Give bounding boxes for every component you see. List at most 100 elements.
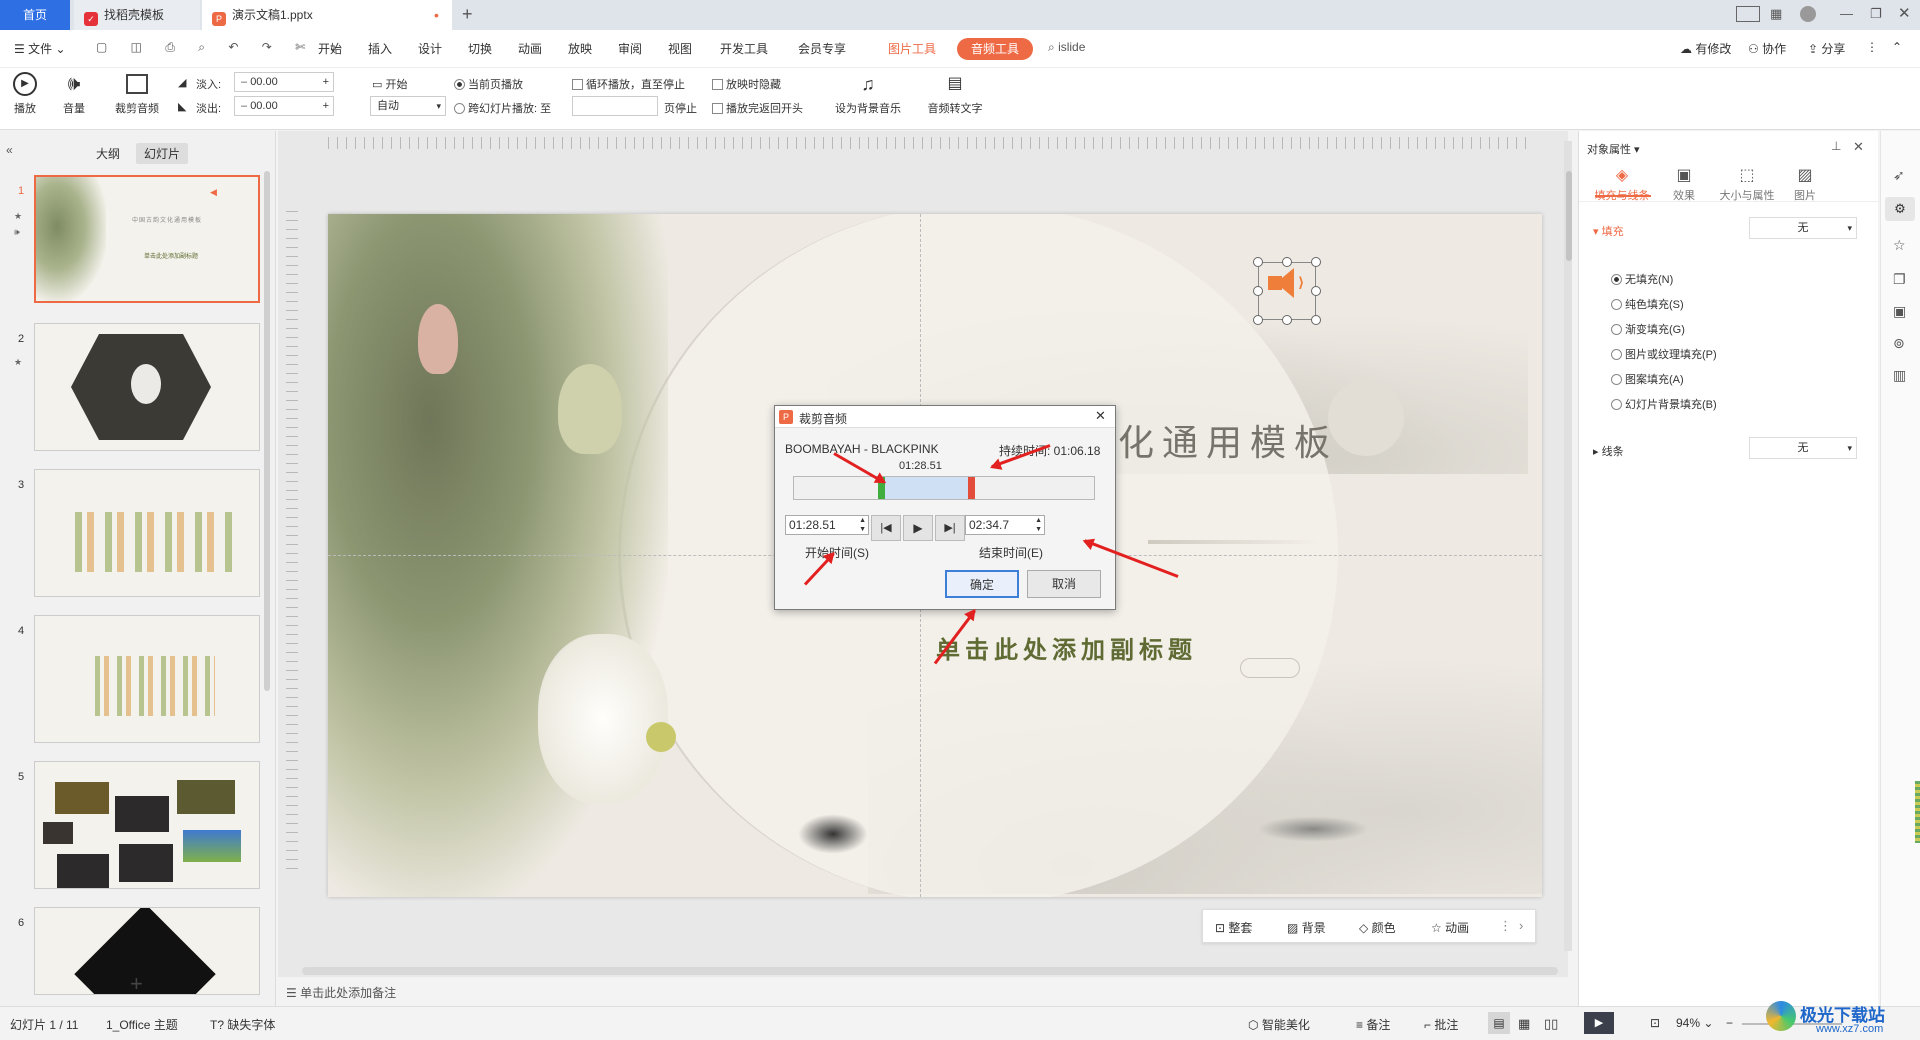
add-slide-button[interactable]: +	[130, 971, 143, 997]
theme-name[interactable]: 1_Office 主题	[106, 1016, 178, 1033]
menu-item-design[interactable]: 设计	[418, 40, 442, 57]
changes-button[interactable]: ☁ 有修改	[1680, 40, 1731, 57]
audio-to-text-button[interactable]: ▤ 音频转文字	[922, 72, 988, 124]
avatar[interactable]	[1800, 6, 1816, 22]
menu-item-audio-tools[interactable]: 音频工具	[957, 38, 1033, 60]
close-icon[interactable]: ✕	[1853, 139, 1864, 155]
zoom-level[interactable]: 94% ⌄	[1676, 1016, 1713, 1030]
tab-size[interactable]: ⬚ 大小与属性	[1713, 165, 1781, 203]
ok-button[interactable]: 确定	[945, 570, 1019, 598]
notes-toggle[interactable]: ≡ 备注	[1356, 1016, 1390, 1033]
vertical-scrollbar[interactable]	[1564, 141, 1572, 951]
line-section[interactable]: ▸ 线条	[1593, 443, 1624, 459]
quick-access-toolbar[interactable]: ▢ ◫ ⎙ ⌕ ↶ ↷ ✄ ⌄	[96, 40, 349, 55]
tab-effects[interactable]: ▣ 效果	[1659, 165, 1709, 203]
horizontal-scrollbar[interactable]	[302, 967, 1558, 975]
start-time-input[interactable]: 01:28.51 ▲ ▼	[785, 515, 869, 535]
next-frame-button[interactable]: ▶|	[935, 515, 965, 541]
slide-thumb-4[interactable]	[34, 615, 260, 743]
tab-home[interactable]: 首页	[0, 0, 70, 30]
menu-item-start[interactable]: 开始	[318, 40, 342, 57]
trim-audio-button[interactable]: 裁剪音频	[110, 72, 164, 124]
end-time-input[interactable]: 02:34.7 ▲ ▼	[965, 515, 1045, 535]
fill-option-none[interactable]: 无填充(N)	[1611, 271, 1673, 287]
current-page-radio[interactable]: 当前页播放	[454, 76, 523, 92]
play-button[interactable]: ▶ 播放	[10, 72, 40, 124]
properties-icon[interactable]: ⚙	[1885, 197, 1915, 221]
book-icon[interactable]: ▥	[1893, 367, 1906, 384]
slide-thumb-6[interactable]	[34, 907, 260, 995]
cancel-button[interactable]: 取消	[1027, 570, 1101, 598]
more-icon[interactable]: ⋮	[1866, 40, 1878, 54]
slide-subtitle[interactable]: 单击此处添加副标题	[936, 630, 1197, 665]
collapse-ribbon-icon[interactable]: ⌃	[1892, 40, 1902, 54]
menu-item-picture-tools[interactable]: 图片工具	[888, 40, 936, 57]
fade-in-input[interactable]: – 00.00 +	[234, 72, 334, 92]
play-preview-button[interactable]: ▶	[903, 515, 933, 541]
fill-option-pattern[interactable]: 图案填充(A)	[1611, 371, 1684, 387]
menu-item-insert[interactable]: 插入	[368, 40, 392, 57]
fill-option-slide-bg[interactable]: 幻灯片背景填充(B)	[1611, 396, 1717, 412]
restore-icon[interactable]: ❐	[1870, 6, 1882, 22]
reading-view-icon[interactable]: ▯▯	[1544, 1016, 1558, 1032]
star-icon[interactable]: ☆	[1893, 237, 1906, 254]
location-icon[interactable]: ⊚	[1893, 335, 1905, 352]
menu-item-slideshow[interactable]: 放映	[568, 40, 592, 57]
tab-template[interactable]: ✓ 找稻壳模板	[74, 0, 200, 30]
more-icon[interactable]: ⋮	[1499, 918, 1512, 934]
suite-button[interactable]: ⊡ 整套	[1215, 919, 1252, 936]
rocket-icon[interactable]: ➶	[1893, 167, 1905, 184]
new-tab-button[interactable]: +	[462, 4, 473, 25]
fill-section[interactable]: ▾ 填充	[1593, 223, 1624, 239]
loop-checkbox[interactable]: 循环播放，直至停止	[572, 76, 685, 92]
start-mode-select[interactable]: 自动 ▾	[370, 96, 446, 116]
line-select[interactable]: 无 ▾	[1749, 437, 1857, 459]
audio-timeline[interactable]	[793, 476, 1095, 500]
resize-handle[interactable]	[1253, 257, 1263, 267]
resize-handle[interactable]	[1311, 315, 1321, 325]
slide-thumb-1[interactable]: 中国古韵文化通用模板 单击此处添加副标题 ◀	[34, 175, 260, 303]
dialog-close-icon[interactable]: ✕	[1095, 408, 1106, 424]
prev-frame-button[interactable]: |◀	[871, 515, 901, 541]
volume-button[interactable]: 🕪 音量	[56, 72, 92, 124]
menu-item-transition[interactable]: 切换	[468, 40, 492, 57]
tab-picture[interactable]: ▨ 图片	[1785, 165, 1825, 203]
cross-slide-radio[interactable]: 跨幻灯片播放: 至	[454, 100, 551, 116]
menu-item-developer[interactable]: 开发工具	[720, 40, 768, 57]
zoom-out-icon[interactable]: −	[1726, 1016, 1733, 1030]
slide-thumb-3[interactable]	[34, 469, 260, 597]
file-menu[interactable]: ☰ 文件 ⌄	[14, 40, 66, 57]
tab-document[interactable]: P 演示文稿1.pptx •	[202, 0, 452, 30]
scroll-thumb[interactable]	[1566, 171, 1572, 261]
resize-handle[interactable]	[1253, 315, 1263, 325]
fill-option-picture[interactable]: 图片或纹理填充(P)	[1611, 346, 1717, 362]
spinner-icon[interactable]: ▲ ▼	[859, 516, 866, 534]
search-box[interactable]: ⌕ islide	[1048, 40, 1085, 55]
fill-option-solid[interactable]: 纯色填充(S)	[1611, 296, 1684, 312]
menu-item-review[interactable]: 审阅	[618, 40, 642, 57]
bg-music-button[interactable]: ♫ 设为背景音乐	[830, 72, 906, 124]
audio-object[interactable]: ⟩	[1253, 257, 1321, 325]
slide-thumb-2[interactable]	[34, 323, 260, 451]
resize-handle[interactable]	[1253, 286, 1263, 296]
minimize-icon[interactable]: —	[1840, 6, 1853, 21]
menu-item-member[interactable]: 会员专享	[798, 40, 846, 57]
menu-item-view[interactable]: 视图	[668, 40, 692, 57]
rewind-checkbox[interactable]: 播放完返回开头	[712, 100, 803, 116]
notes-bar[interactable]: ☰ 单击此处添加备注	[286, 980, 1576, 1006]
tab-fill-line[interactable]: ◈填充与线条	[1587, 165, 1657, 203]
spinner-icon[interactable]: ▲ ▼	[1035, 516, 1042, 534]
smart-beautify-button[interactable]: ⬡ 智能美化	[1248, 1016, 1310, 1033]
slideshow-play-button[interactable]: ▶	[1584, 1012, 1614, 1034]
menu-item-animation[interactable]: 动画	[518, 40, 542, 57]
resize-handle[interactable]	[1282, 257, 1292, 267]
resize-handle[interactable]	[1282, 315, 1292, 325]
fade-out-plus-icon[interactable]: +	[323, 97, 329, 115]
layout-icon[interactable]	[1736, 6, 1760, 22]
normal-view-icon[interactable]: ▤	[1488, 1012, 1510, 1034]
tab-outline[interactable]: 大纲	[96, 145, 120, 162]
collaborate-button[interactable]: ⚇ 协作	[1748, 40, 1786, 57]
apps-grid-icon[interactable]: ▦	[1770, 6, 1782, 22]
fade-out-input[interactable]: – 00.00 +	[234, 96, 334, 116]
close-window-icon[interactable]: ✕	[1898, 4, 1911, 22]
